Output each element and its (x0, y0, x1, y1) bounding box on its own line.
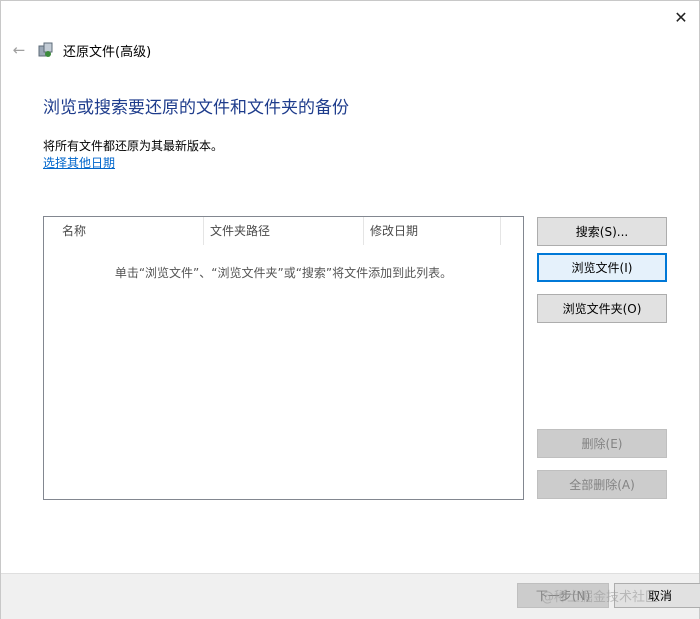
close-button[interactable]: ✕ (669, 5, 693, 29)
remove-all-button[interactable]: 全部删除(A) (537, 470, 667, 499)
choose-other-date-link[interactable]: 选择其他日期 (43, 154, 115, 171)
remove-button[interactable]: 删除(E) (537, 429, 667, 458)
restore-files-window: ✕ ← 还原文件(高级) 浏览或搜索要还原的文件和文件夹的备份 将所有文件都还原… (0, 0, 700, 619)
cancel-button[interactable]: 取消 (614, 583, 700, 608)
search-button[interactable]: 搜索(S)... (537, 217, 667, 246)
column-header-modified-date[interactable]: 修改日期 (364, 217, 501, 245)
back-arrow-icon[interactable]: ← (9, 41, 29, 59)
title-bar: ← 还原文件(高级) (9, 37, 151, 63)
next-button[interactable]: 下一步(N) (517, 583, 609, 608)
column-header-name[interactable]: 名称 (44, 217, 204, 245)
window-title: 还原文件(高级) (63, 44, 152, 60)
close-icon: ✕ (674, 7, 688, 27)
browse-folders-button[interactable]: 浏览文件夹(O) (537, 294, 667, 323)
footer-bar: 下一步(N) 取消 (1, 573, 700, 619)
browse-files-button[interactable]: 浏览文件(I) (537, 253, 667, 282)
column-header-folder-path[interactable]: 文件夹路径 (204, 217, 364, 245)
page-heading: 浏览或搜索要还原的文件和文件夹的备份 (43, 98, 349, 118)
description-text: 将所有文件都还原为其最新版本。 (43, 139, 224, 153)
file-list[interactable]: 名称 文件夹路径 修改日期 单击“浏览文件”、“浏览文件夹”或“搜索”将文件添加… (43, 216, 524, 500)
list-header: 名称 文件夹路径 修改日期 (44, 217, 523, 245)
empty-list-hint: 单击“浏览文件”、“浏览文件夹”或“搜索”将文件添加到此列表。 (114, 266, 453, 280)
backup-restore-icon (37, 41, 55, 59)
